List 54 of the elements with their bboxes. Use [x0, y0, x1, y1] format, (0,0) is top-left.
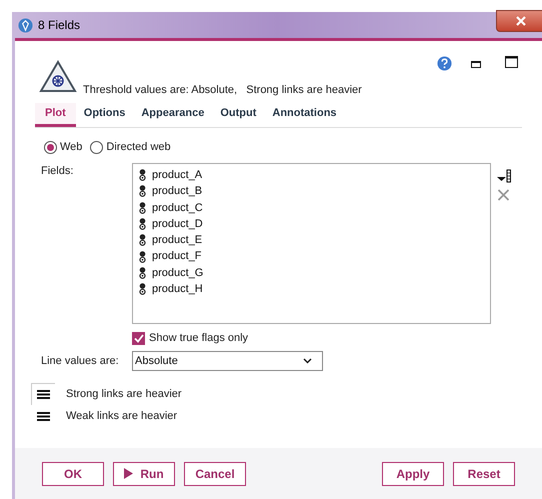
tab[interactable]: Output [212, 103, 264, 127]
chevron-down-icon [303, 358, 312, 364]
maximize-panel-icon[interactable] [505, 56, 518, 68]
dialog-button[interactable]: Apply [382, 462, 444, 486]
flag-field-icon [139, 185, 146, 198]
line-values-dropdown[interactable]: Absolute [132, 351, 323, 371]
line-weight-icon [37, 412, 50, 421]
close-button[interactable] [496, 10, 542, 32]
radio-button[interactable] [90, 140, 104, 154]
minimize-panel-icon[interactable] [471, 61, 481, 69]
field-name: product_C [152, 200, 203, 216]
close-icon [515, 16, 527, 26]
flag-field-icon [139, 266, 146, 279]
radio-button[interactable] [44, 140, 57, 154]
field-name: product_D [152, 216, 203, 232]
dialog-button[interactable]: Run [113, 462, 175, 486]
field-name: product_E [152, 233, 202, 248]
dialog-button[interactable]: Reset [453, 462, 515, 486]
line-weight-icon [37, 390, 50, 399]
line-values-label: Line values are: [41, 354, 120, 369]
flag-field-icon [139, 202, 146, 214]
field-name: product_F [152, 249, 202, 264]
web-node-icon [39, 60, 77, 94]
summary-text: Threshold values are: Absolute, Strong links are heavier [83, 83, 362, 98]
field-name: product_B [152, 184, 202, 200]
link-weight-label: Strong links are heavier [66, 386, 182, 402]
checkbox[interactable] [132, 332, 145, 344]
tab[interactable]: Annotations [264, 103, 345, 127]
tab[interactable]: Appearance [133, 103, 212, 127]
dialog-button[interactable]: Cancel [184, 462, 246, 486]
flag-field-icon [139, 169, 146, 182]
link-weight-label: Weak links are heavier [66, 408, 178, 424]
flag-field-icon [139, 218, 146, 230]
tab[interactable]: Options [76, 103, 134, 127]
window-title: 8 Fields [38, 17, 80, 34]
flag-field-icon [139, 234, 146, 246]
field-name: product_A [152, 168, 202, 183]
play-icon [124, 468, 134, 479]
radio-label: Directed web [106, 140, 171, 155]
app-icon [18, 18, 33, 32]
fields-list[interactable]: product_A product_B product_C product_D product_E product_F product_G product_H [132, 163, 491, 324]
radio-label: Web [60, 140, 82, 155]
fields-label: Fields: [41, 164, 74, 179]
delete-icon[interactable] [497, 189, 510, 201]
tab[interactable]: Plot [35, 103, 76, 127]
help-icon[interactable] [437, 56, 452, 71]
flag-field-icon [139, 250, 146, 263]
field-picker-icon[interactable] [496, 169, 512, 183]
field-name: product_G [152, 266, 204, 281]
show-true-flags-label: Show true flags only [149, 330, 248, 346]
dropdown-value: Absolute [135, 354, 179, 369]
dialog-button[interactable]: OK [42, 462, 104, 486]
flag-field-icon [139, 283, 146, 296]
field-name: product_H [152, 282, 203, 297]
